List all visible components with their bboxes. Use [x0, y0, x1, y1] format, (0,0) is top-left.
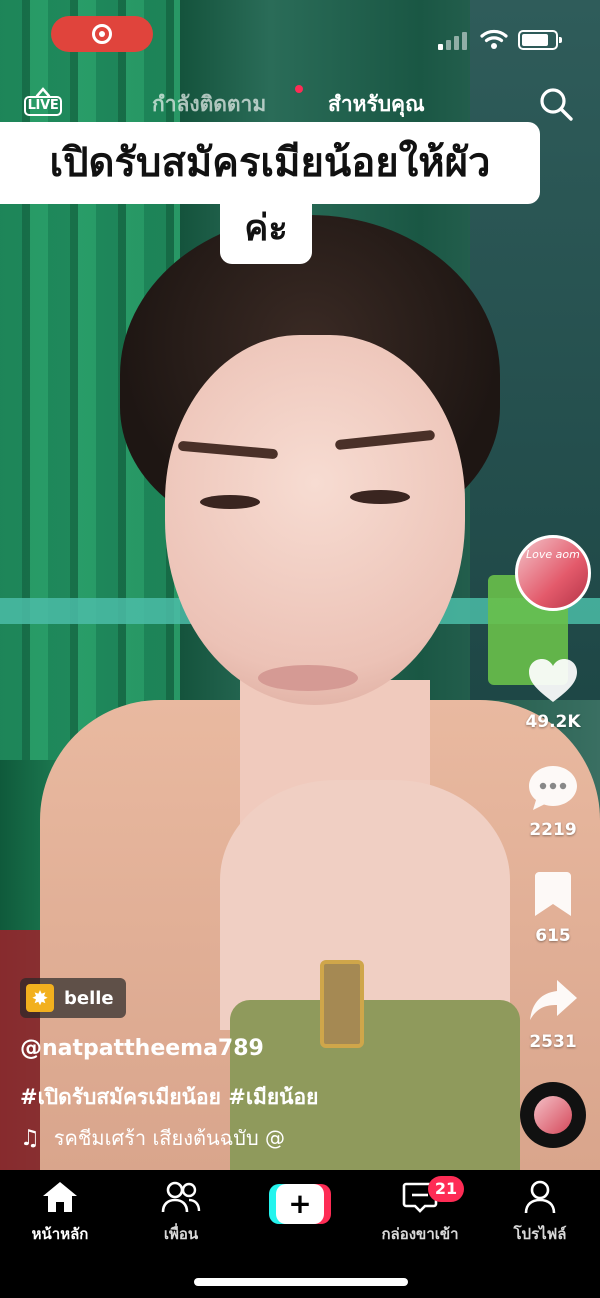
- share-button[interactable]: 2531: [522, 976, 584, 1052]
- effect-sticker-label: belle: [64, 987, 114, 1009]
- sound-title: รคชีมเศร้า เสียงต้นฉบับ @: [53, 1126, 286, 1150]
- music-disc-button[interactable]: [520, 1082, 586, 1148]
- friends-icon: [161, 1181, 201, 1213]
- person-eye-right: [350, 490, 410, 504]
- sparkle-icon: ✸: [26, 984, 54, 1012]
- nav-profile[interactable]: โปรไฟล์: [490, 1180, 590, 1246]
- nav-home[interactable]: หน้าหลัก: [10, 1180, 110, 1246]
- nav-friends-label: เพื่อน: [163, 1225, 199, 1243]
- avatar-overlay-text: Love aom: [526, 548, 580, 561]
- creator-avatar[interactable]: Love aom: [515, 535, 591, 611]
- create-button[interactable]: +: [269, 1184, 331, 1224]
- live-label: LIVE: [24, 96, 62, 116]
- battery-icon: [518, 30, 562, 50]
- music-cover-image: [534, 1096, 572, 1134]
- heart-icon: [529, 659, 577, 702]
- following-notification-dot: [295, 85, 303, 93]
- home-indicator[interactable]: [194, 1278, 408, 1286]
- save-count: 615: [535, 926, 571, 946]
- save-button[interactable]: 615: [522, 870, 584, 946]
- inbox-badge: 21: [428, 1176, 464, 1202]
- effect-sticker[interactable]: ✸ belle: [20, 978, 126, 1018]
- nav-inbox[interactable]: 21 กล่องขาเข้า: [370, 1176, 470, 1246]
- video-hashtags[interactable]: #เปิดรับสมัครเมียน้อย #เมียน้อย: [20, 1081, 318, 1114]
- nav-profile-label: โปรไฟล์: [513, 1225, 567, 1243]
- video-caption-line1: เปิดรับสมัครเมียน้อยให้ผัว: [0, 122, 540, 204]
- tab-following[interactable]: กำลังติดตาม: [152, 88, 266, 121]
- nav-friends[interactable]: เพื่อน: [131, 1180, 231, 1246]
- comment-count: 2219: [529, 820, 577, 840]
- search-icon[interactable]: [538, 86, 574, 122]
- person-lips: [258, 665, 358, 691]
- tab-for-you[interactable]: สำหรับคุณ: [328, 88, 425, 121]
- sound-info[interactable]: ♫ รคชีมเศร้า เสียงต้นฉบับ @: [20, 1122, 330, 1154]
- like-button[interactable]: 49.2K: [522, 658, 584, 732]
- person-chest: [220, 780, 510, 1030]
- home-icon: [43, 1182, 77, 1212]
- plus-icon: +: [276, 1184, 324, 1224]
- wifi-icon: [480, 29, 508, 49]
- share-icon: [530, 980, 577, 1020]
- cellular-signal-icon: [438, 30, 470, 50]
- live-button[interactable]: LIVE: [24, 86, 62, 120]
- like-count: 49.2K: [525, 712, 581, 732]
- screen-recording-indicator: [51, 16, 153, 52]
- music-note-icon: ♫: [20, 1125, 40, 1151]
- profile-icon: [524, 1180, 556, 1214]
- person-eye-left: [200, 495, 260, 509]
- bookmark-icon: [535, 872, 571, 916]
- share-count: 2531: [529, 1032, 577, 1052]
- person-face: [165, 335, 465, 705]
- creator-username[interactable]: @natpattheema789: [20, 1036, 264, 1061]
- comment-button[interactable]: 2219: [522, 764, 584, 840]
- record-icon: [92, 24, 112, 44]
- video-caption-line2: ค่ะ: [220, 200, 312, 264]
- status-bar: [0, 0, 600, 70]
- person-pendant: [320, 960, 364, 1048]
- nav-home-label: หน้าหลัก: [31, 1225, 89, 1243]
- nav-inbox-label: กล่องขาเข้า: [381, 1225, 459, 1243]
- comment-icon: [529, 766, 577, 810]
